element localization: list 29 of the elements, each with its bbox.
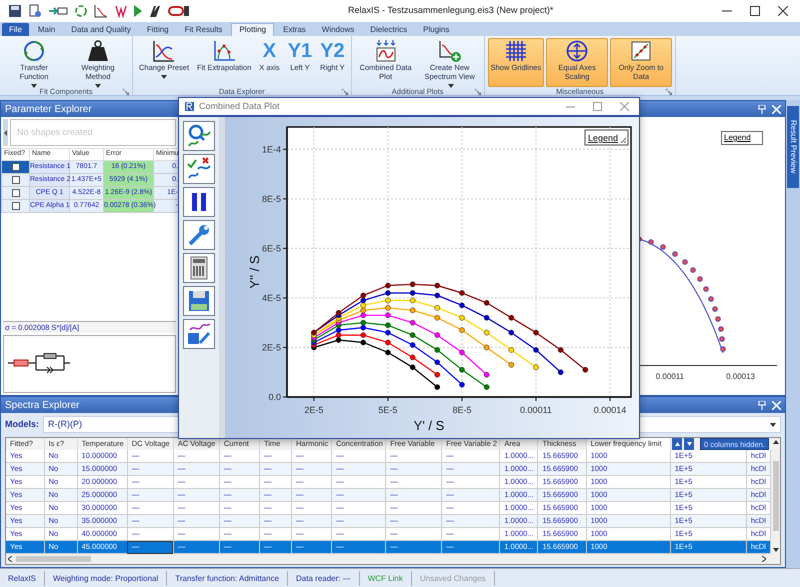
axis-tick-label: 2E-5 <box>262 342 281 352</box>
window-title: RelaxIS - Testzusammenlegung.eis3 (New project)* <box>348 4 554 18</box>
axis-tick-label: 4E-5 <box>262 292 281 303</box>
axis-tick-label: 2E-5 <box>304 405 324 415</box>
axis-tick-label: 8E-5 <box>452 405 472 415</box>
status-item: RelaxIS <box>0 570 46 586</box>
status-item: Transfer function: Admittance <box>167 570 288 586</box>
axis-tick-label: 1E-4 <box>262 144 281 154</box>
axis-glyph: Y1 <box>288 39 312 63</box>
window-title: Combined Data Plot <box>199 100 281 113</box>
axis-tick-label: 0.00011 <box>520 405 552 415</box>
axis-glyph: Y2 <box>320 39 345 63</box>
axis-tick-label: 0.0 <box>268 392 281 402</box>
axis-title: Y' / S <box>414 418 444 433</box>
status-item: Weighting mode: Proportional <box>45 570 168 586</box>
axis-tick-label: 6E-5 <box>262 243 281 254</box>
axis-tick-label: 0.00011 <box>656 370 684 382</box>
status-item: Data reader: --- <box>288 570 360 586</box>
legend-label: Legend <box>724 132 751 144</box>
axis-tick-label: 0.00014 <box>594 405 626 415</box>
panel-title: Parameter Explorer <box>5 102 92 116</box>
axis-tick-label: 5E-5 <box>378 405 398 415</box>
axis-title: Y'' / S <box>247 255 262 289</box>
panel-title: Spectra Explorer <box>5 398 80 412</box>
axis-tick-label: 0.00013 <box>726 370 755 382</box>
axis-glyph: X <box>262 39 276 63</box>
models-label: Models: <box>5 418 40 431</box>
status-item: Unsaved Changes <box>412 570 495 586</box>
axis-tick-label: 8E-5 <box>262 194 281 204</box>
